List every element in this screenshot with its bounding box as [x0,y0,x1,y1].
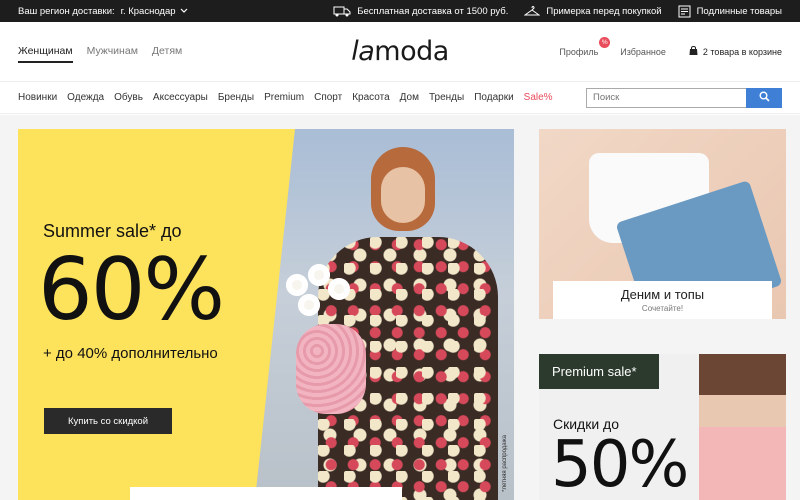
cart-label: 2 товара в корзине [702,46,782,57]
truck-icon [333,6,351,17]
shopping-bag-icon [688,45,699,58]
nav-item-trends[interactable]: Тренды [429,92,464,103]
beaded-bag [296,324,366,414]
free-delivery-text: Бесплатная доставка от 1500 руб. [357,5,509,17]
cart-link[interactable]: 2 товара в корзине [688,45,782,58]
main-content: *летняя распродажа Summer sale* до 60% +… [0,115,800,500]
header: Женщинам Мужчинам Детям lamoda Профиль %… [0,22,800,82]
gender-tabs: Женщинам Мужчинам Детям [18,41,182,63]
flowers [276,264,366,334]
lamoda-logo[interactable]: lamoda [351,36,449,67]
model-face [381,167,425,223]
nav-item-clothes[interactable]: Одежда [67,92,104,103]
hero-headline: Summer sale* до [43,221,182,241]
logo-la: la [351,36,375,67]
denim-tops-label: Деним и топы Сочетайте! [553,281,772,319]
logo-moda: moda [374,36,449,67]
search-bar [586,87,782,108]
nav-item-brands[interactable]: Бренды [218,92,254,103]
hero-banner[interactable]: *летняя распродажа Summer sale* до 60% +… [18,129,514,500]
premium-sale-card[interactable]: Premium sale* Скидки до 50% [539,354,786,500]
nav-item-shoes[interactable]: Обувь [114,92,143,103]
top-bar: Ваш регион доставки: г. Краснодар Беспла… [0,0,800,22]
tab-women[interactable]: Женщинам [18,41,73,63]
nav-item-accessories[interactable]: Аксессуары [153,92,208,103]
denim-tops-card[interactable]: Деним и топы Сочетайте! [539,129,786,319]
hero-extra-discount: + до 40% дополнительно [43,345,218,362]
model-photo: *летняя распродажа [255,129,514,500]
profile-link[interactable]: Профиль % [559,36,611,57]
nav-item-new[interactable]: Новинки [18,92,57,103]
nav-item-sport[interactable]: Спорт [314,92,342,103]
sale-badge: % [599,36,611,48]
premium-model-image [699,354,786,500]
buy-with-discount-button[interactable]: Купить со скидкой [44,408,172,434]
gift-info[interactable]: Подлинные товары [678,5,782,18]
search-input[interactable] [586,87,746,108]
free-delivery-info[interactable]: Бесплатная доставка от 1500 руб. [333,6,508,17]
nav-item-sale[interactable]: Sale% [524,92,553,103]
tab-kids[interactable]: Детям [152,41,182,63]
nav-item-gifts[interactable]: Подарки [474,92,513,103]
document-icon [678,5,691,18]
region-city[interactable]: г. Краснодар [121,6,176,17]
vertical-footnote: *летняя распродажа [502,435,508,492]
nav-item-premium[interactable]: Premium [264,92,304,103]
chevron-down-icon[interactable] [180,8,188,14]
hero-discount: 60% [38,240,225,340]
premium-discount-value: 50% [551,428,689,500]
hanger-icon [524,5,541,17]
denim-tops-title: Деним и топы [620,287,705,302]
hero-bottom-strip [130,487,402,500]
nav-item-beauty[interactable]: Красота [352,92,389,103]
denim-tops-subtitle: Сочетайте! [641,304,684,313]
category-nav: Новинки Одежда Обувь Аксессуары Бренды P… [0,82,800,114]
premium-sale-tag: Premium sale* [539,354,659,389]
region-selector[interactable]: Ваш регион доставки: г. Краснодар [18,6,188,17]
favorites-link[interactable]: Избранное [620,47,666,57]
fitting-text: Примерка перед покупкой [546,5,662,17]
profile-label: Профиль [559,46,599,57]
tab-men[interactable]: Мужчинам [87,41,138,63]
nav-item-home[interactable]: Дом [400,92,419,103]
region-label: Ваш регион доставки: [18,5,115,17]
gift-text: Подлинные товары [696,5,782,17]
search-button[interactable] [746,87,782,108]
fitting-info[interactable]: Примерка перед покупкой [524,5,662,17]
search-icon [759,89,770,107]
